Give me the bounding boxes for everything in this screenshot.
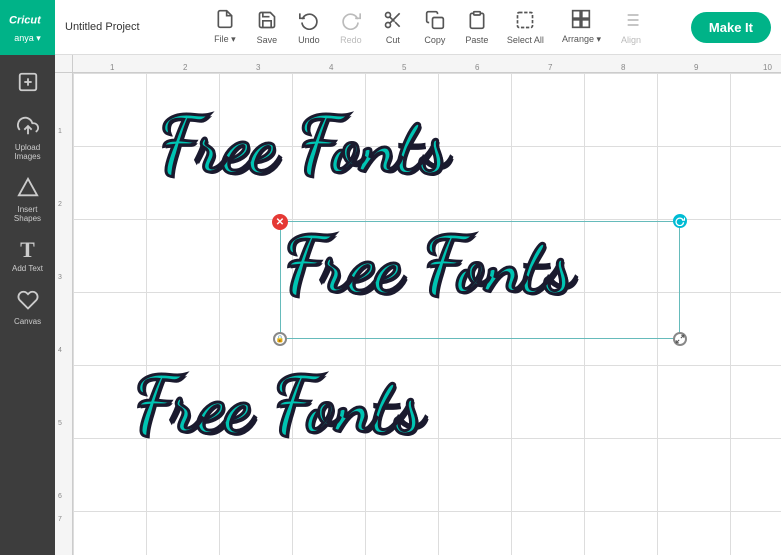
undo-icon	[299, 10, 319, 33]
ruler-h-1: 1	[110, 63, 114, 72]
project-title-area: Untitled Project	[55, 17, 175, 37]
scale-handle[interactable]	[673, 332, 687, 346]
redo-label: Redo	[340, 35, 362, 45]
user-name[interactable]: anya ▾	[14, 33, 41, 44]
ruler-v-5: 5	[58, 420, 62, 427]
redo-icon	[341, 10, 361, 33]
make-it-button[interactable]: Make It	[691, 12, 771, 43]
copy-button[interactable]: Copy	[415, 6, 455, 49]
sidebar-item-canvas[interactable]: Canvas	[3, 283, 53, 332]
canvas-grid[interactable]: Free Fonts Free Fonts Free Fonts ✕ 🔒	[73, 73, 781, 555]
ruler-v-6: 6	[58, 493, 62, 500]
upload-icon	[17, 115, 39, 140]
sidebar-item-shapes[interactable]: Insert Shapes	[3, 171, 53, 229]
sidebar-item-text-label: Add Text	[12, 264, 43, 273]
sidebar-item-canvas-label: Canvas	[14, 317, 41, 326]
ruler-h-5: 5	[402, 63, 406, 72]
save-icon	[257, 10, 277, 33]
undo-label: Undo	[298, 35, 320, 45]
cut-label: Cut	[386, 35, 400, 45]
sidebar-item-text[interactable]: T Add Text	[3, 233, 53, 279]
main: Upload Images Insert Shapes T Add Text C…	[0, 55, 781, 555]
ruler-h-8: 8	[621, 63, 625, 72]
file-icon	[215, 9, 235, 32]
canvas-icon	[17, 289, 39, 314]
text-icon: T	[20, 239, 35, 261]
ruler-h-9: 9	[694, 63, 698, 72]
ruler-v-1: 1	[58, 128, 62, 135]
ruler-h-3: 3	[256, 63, 260, 72]
sidebar: Upload Images Insert Shapes T Add Text C…	[0, 55, 55, 555]
select-all-button[interactable]: Select All	[499, 6, 552, 49]
rotate-handle[interactable]	[673, 214, 687, 228]
save-label: Save	[257, 35, 278, 45]
sidebar-item-upload[interactable]: Upload Images	[3, 109, 53, 167]
ruler-v-2: 2	[58, 201, 62, 208]
ruler-h-10: 10	[763, 63, 772, 72]
text-element-1[interactable]: Free Fonts	[158, 98, 449, 192]
cut-button[interactable]: Cut	[373, 6, 413, 49]
selection-box	[280, 221, 680, 339]
select-all-icon	[515, 10, 535, 33]
logo-area: Cricut anya ▾	[0, 0, 55, 55]
select-all-label: Select All	[507, 35, 544, 45]
paste-icon	[467, 10, 487, 33]
cut-icon	[383, 10, 403, 33]
ruler-top: 1 2 3 4 5 6 7 8 9 10	[73, 55, 781, 73]
arrange-label: Arrange	[562, 34, 601, 45]
copy-label: Copy	[424, 35, 445, 45]
arrange-icon	[571, 9, 591, 32]
align-icon	[621, 10, 641, 33]
align-label: Align	[621, 35, 641, 45]
cricut-logo: Cricut	[8, 10, 48, 33]
file-label: File	[214, 34, 236, 45]
undo-button[interactable]: Undo	[289, 6, 329, 49]
align-button[interactable]: Align	[611, 6, 651, 49]
ruler-h-7: 7	[548, 63, 552, 72]
delete-handle[interactable]: ✕	[272, 214, 288, 230]
ruler-h-6: 6	[475, 63, 479, 72]
ruler-v-7: 7	[58, 516, 62, 523]
project-title: Untitled Project	[65, 21, 165, 33]
ruler-left: 1 2 3 4 5 6 7	[55, 73, 73, 555]
text-element-3[interactable]: Free Fonts	[133, 358, 424, 452]
toolbar: File Save Undo Redo Cut	[175, 5, 681, 49]
ruler-corner	[55, 55, 73, 73]
ruler-h-4: 4	[329, 63, 333, 72]
sidebar-item-new[interactable]	[3, 65, 53, 105]
redo-button[interactable]: Redo	[331, 6, 371, 49]
new-icon	[17, 71, 39, 96]
topbar: Cricut anya ▾ Untitled Project File Save	[0, 0, 781, 55]
svg-text:Cricut: Cricut	[9, 15, 42, 27]
copy-icon	[425, 10, 445, 33]
paste-button[interactable]: Paste	[457, 6, 497, 49]
shapes-icon	[17, 177, 39, 202]
save-button[interactable]: Save	[247, 6, 287, 49]
arrange-button[interactable]: Arrange	[554, 5, 609, 49]
file-button[interactable]: File	[205, 5, 245, 49]
ruler-h-2: 2	[183, 63, 187, 72]
canvas-area[interactable]: 1 2 3 4 5 6 7 8 9 10 1 2 3 4 5 6 7 Free …	[55, 55, 781, 555]
paste-label: Paste	[465, 35, 488, 45]
lock-handle[interactable]: 🔒	[273, 332, 287, 346]
ruler-v-4: 4	[58, 347, 62, 354]
sidebar-item-shapes-label: Insert Shapes	[5, 205, 51, 223]
text-element-2[interactable]: Free Fonts	[283, 218, 574, 312]
ruler-v-3: 3	[58, 274, 62, 281]
sidebar-item-upload-label: Upload Images	[5, 143, 51, 161]
